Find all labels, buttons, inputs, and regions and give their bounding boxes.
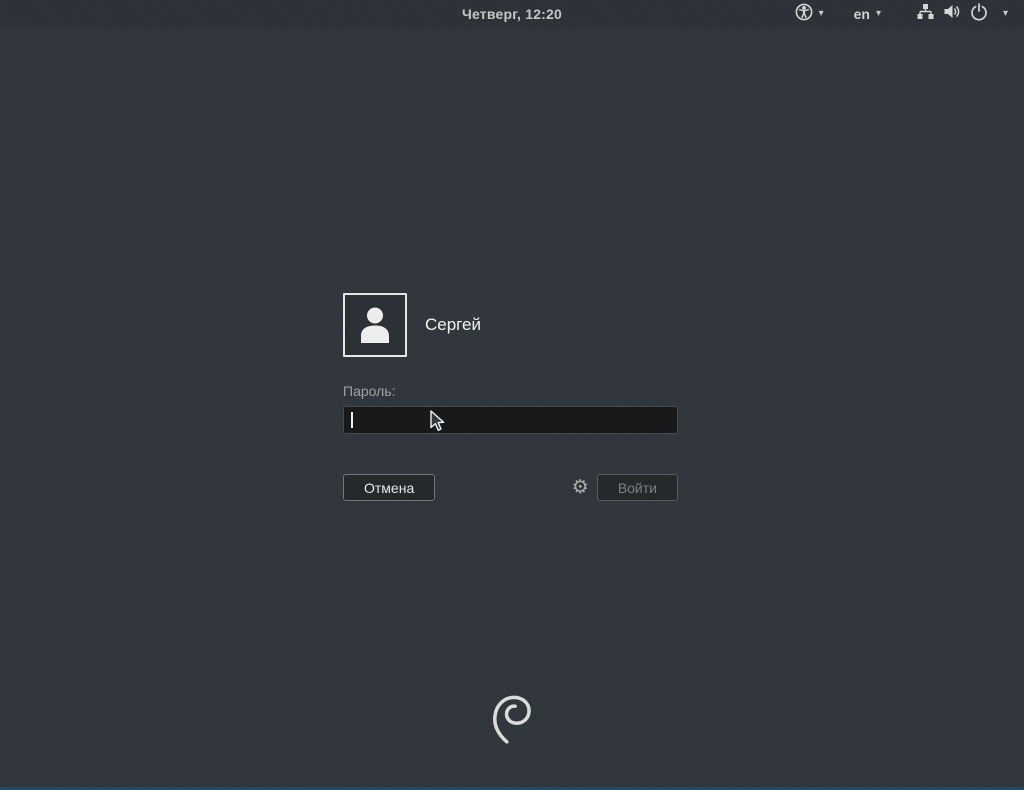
chevron-down-icon: ▾ xyxy=(876,9,881,19)
gdm-login-screen: { "topbar": { "clock": "Четверг, 12:20",… xyxy=(0,0,1024,790)
debian-swirl-logo xyxy=(488,687,536,747)
wired-network-icon xyxy=(917,3,934,25)
chevron-down-icon: ▾ xyxy=(819,9,824,19)
signin-button[interactable]: Войти xyxy=(597,474,678,501)
volume-icon xyxy=(943,3,961,25)
chevron-down-icon: ▾ xyxy=(1003,9,1008,19)
password-field-wrap xyxy=(343,406,678,434)
text-caret xyxy=(351,412,353,428)
password-label: Пароль: xyxy=(343,383,678,399)
username: Сергей xyxy=(425,315,481,335)
language-menu[interactable]: en ▾ xyxy=(846,0,889,28)
user-avatar-icon xyxy=(354,302,396,349)
login-panel: Сергей Пароль: Отмена ⚙ Войти xyxy=(343,293,678,501)
language-label: en xyxy=(854,6,870,22)
password-input[interactable] xyxy=(343,406,678,434)
session-gear-icon[interactable]: ⚙ xyxy=(572,478,589,497)
accessibility-menu[interactable]: ▾ xyxy=(787,0,832,28)
topbar-right-group: ▾ en ▾ xyxy=(787,0,1014,28)
button-row: Отмена ⚙ Войти xyxy=(343,474,678,501)
top-bar: Четверг, 12:20 ▾ en ▾ xyxy=(0,0,1024,28)
user-avatar xyxy=(343,293,407,357)
accessibility-icon xyxy=(795,3,813,26)
power-icon xyxy=(970,3,988,26)
user-row: Сергей xyxy=(343,293,678,357)
cancel-button[interactable]: Отмена xyxy=(343,474,435,501)
system-menu[interactable]: ▾ xyxy=(907,0,1014,28)
mouse-cursor xyxy=(430,410,446,437)
